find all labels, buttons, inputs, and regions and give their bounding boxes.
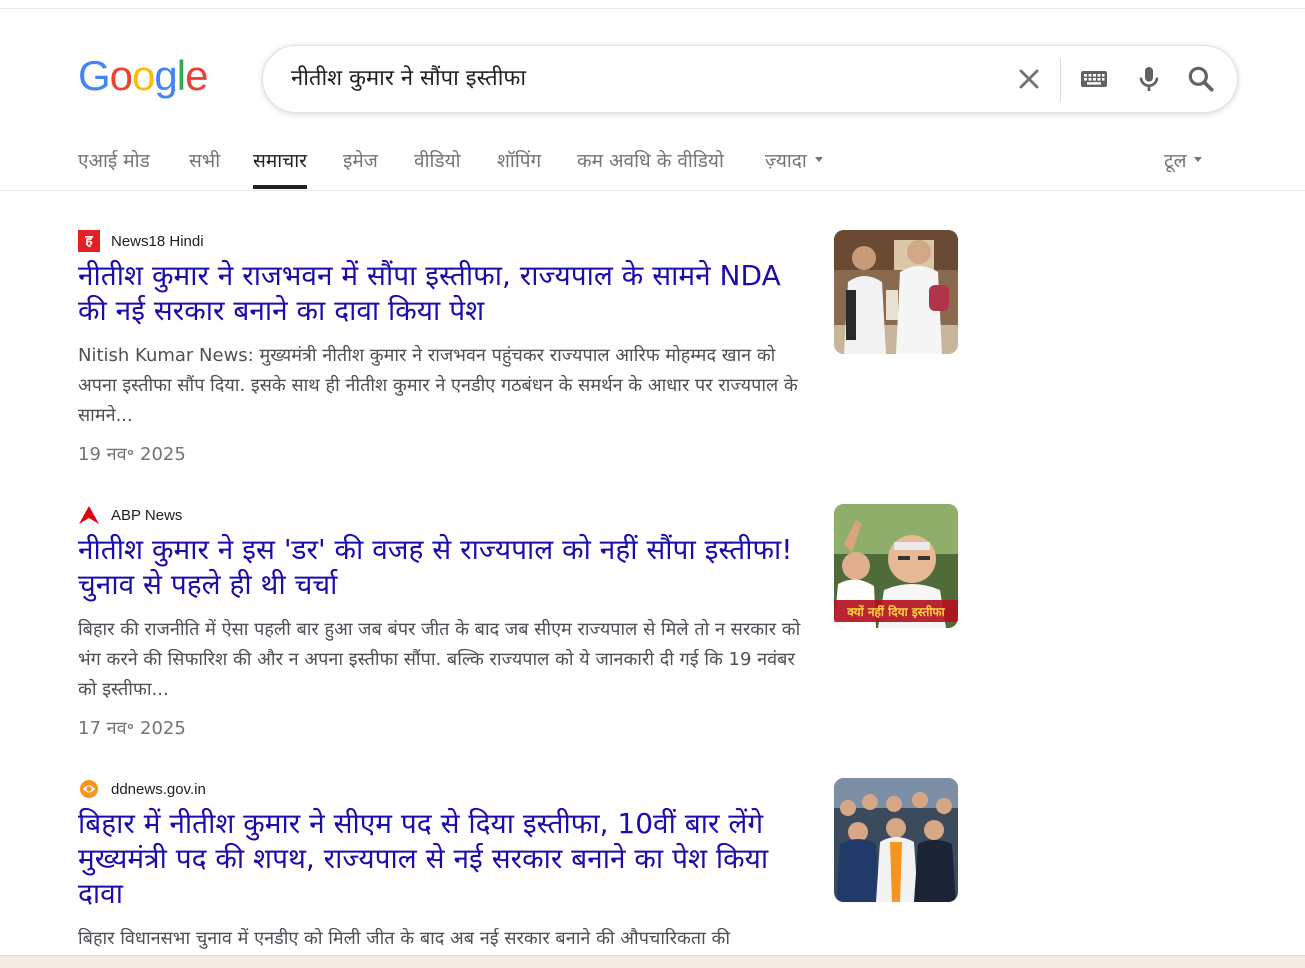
tab-images[interactable]: इमेज xyxy=(343,143,378,183)
logo-letter-o2: o xyxy=(132,52,155,99)
tab-short-videos[interactable]: कम अवधि के वीडियो xyxy=(577,143,724,183)
favicon-letter: ह xyxy=(85,233,93,249)
tools-label: टूल xyxy=(1164,150,1187,172)
search-divider xyxy=(1060,59,1061,101)
clear-icon[interactable] xyxy=(1013,63,1045,95)
result-thumbnail[interactable] xyxy=(834,778,958,902)
thumbnail-caption: क्यों नहीं दिया इस्तीफा xyxy=(847,605,945,619)
keyboard-icon[interactable] xyxy=(1078,63,1110,95)
tabs-divider xyxy=(0,190,1305,191)
tab-ai-mode[interactable]: एआई मोड xyxy=(78,143,150,183)
bottom-bar xyxy=(0,955,1305,968)
news-result-1: ह News18 Hindi नीतीश कुमार ने राजभवन में… xyxy=(78,230,958,470)
source-name: ABP News xyxy=(111,506,183,524)
top-divider xyxy=(0,8,1305,9)
news-result-3: ddnews.gov.in बिहार में नीतीश कुमार ने स… xyxy=(78,778,958,955)
result-source[interactable]: ह News18 Hindi xyxy=(78,230,204,252)
result-thumbnail[interactable]: क्यों नहीं दिया इस्तीफा xyxy=(834,504,958,628)
result-source[interactable]: ddnews.gov.in xyxy=(78,778,206,800)
thumbnail-image xyxy=(834,778,958,902)
mic-icon[interactable] xyxy=(1133,63,1165,95)
tab-videos[interactable]: वीडियो xyxy=(414,143,461,183)
tab-shopping[interactable]: शॉपिंग xyxy=(497,143,541,183)
source-name: ddnews.gov.in xyxy=(111,780,206,798)
search-tabs: एआई मोड सभी समाचार इमेज वीडियो शॉपिंग कम… xyxy=(78,143,1218,189)
logo-letter-l: l xyxy=(176,52,186,99)
logo-letter-o1: o xyxy=(109,52,133,99)
chevron-down-icon xyxy=(1194,157,1203,162)
logo-letter-e: e xyxy=(185,52,208,99)
tab-more[interactable]: ज़्यादा xyxy=(765,143,823,183)
result-date: 19 नव॰ 2025 xyxy=(78,444,186,465)
abp-favicon-icon xyxy=(78,504,100,526)
tab-all[interactable]: सभी xyxy=(189,143,220,183)
news18-favicon-icon: ह xyxy=(78,230,100,252)
news-result-2: ABP News नीतीश कुमार ने इस 'डर' की वजह स… xyxy=(78,504,958,744)
google-logo[interactable]: Google xyxy=(78,52,208,100)
result-title-link[interactable]: नीतीश कुमार ने इस 'डर' की वजह से राज्यपा… xyxy=(78,532,808,602)
result-thumbnail[interactable] xyxy=(834,230,958,354)
search-box[interactable]: नीतीश कुमार ने सौंपा इस्तीफा xyxy=(262,45,1238,113)
tools-button[interactable]: टूल xyxy=(1164,143,1203,183)
result-title-link[interactable]: नीतीश कुमार ने राजभवन में सौंपा इस्तीफा,… xyxy=(78,258,808,328)
logo-letter-g: G xyxy=(78,52,111,99)
search-input[interactable]: नीतीश कुमार ने सौंपा इस्तीफा xyxy=(291,46,991,112)
source-name: News18 Hindi xyxy=(111,232,204,250)
result-snippet: बिहार विधानसभा चुनाव में एनडीए को मिली ज… xyxy=(78,928,730,949)
tab-news[interactable]: समाचार xyxy=(253,143,307,189)
result-snippet: Nitish Kumar News: मुख्यमंत्री नीतीश कुम… xyxy=(78,345,798,426)
result-snippet: बिहार की राजनीति में ऐसा पहली बार हुआ जब… xyxy=(78,619,801,700)
result-title-link[interactable]: बिहार में नीतीश कुमार ने सीएम पद से दिया… xyxy=(78,806,808,911)
result-date: 17 नव॰ 2025 xyxy=(78,718,186,739)
thumbnail-image xyxy=(834,230,958,354)
chevron-down-icon xyxy=(814,157,823,162)
search-icon[interactable] xyxy=(1185,63,1217,95)
logo-letter-g2: g xyxy=(154,52,177,99)
tab-more-label: ज़्यादा xyxy=(765,150,807,172)
result-source[interactable]: ABP News xyxy=(78,504,182,526)
ddnews-favicon-icon xyxy=(78,778,100,800)
